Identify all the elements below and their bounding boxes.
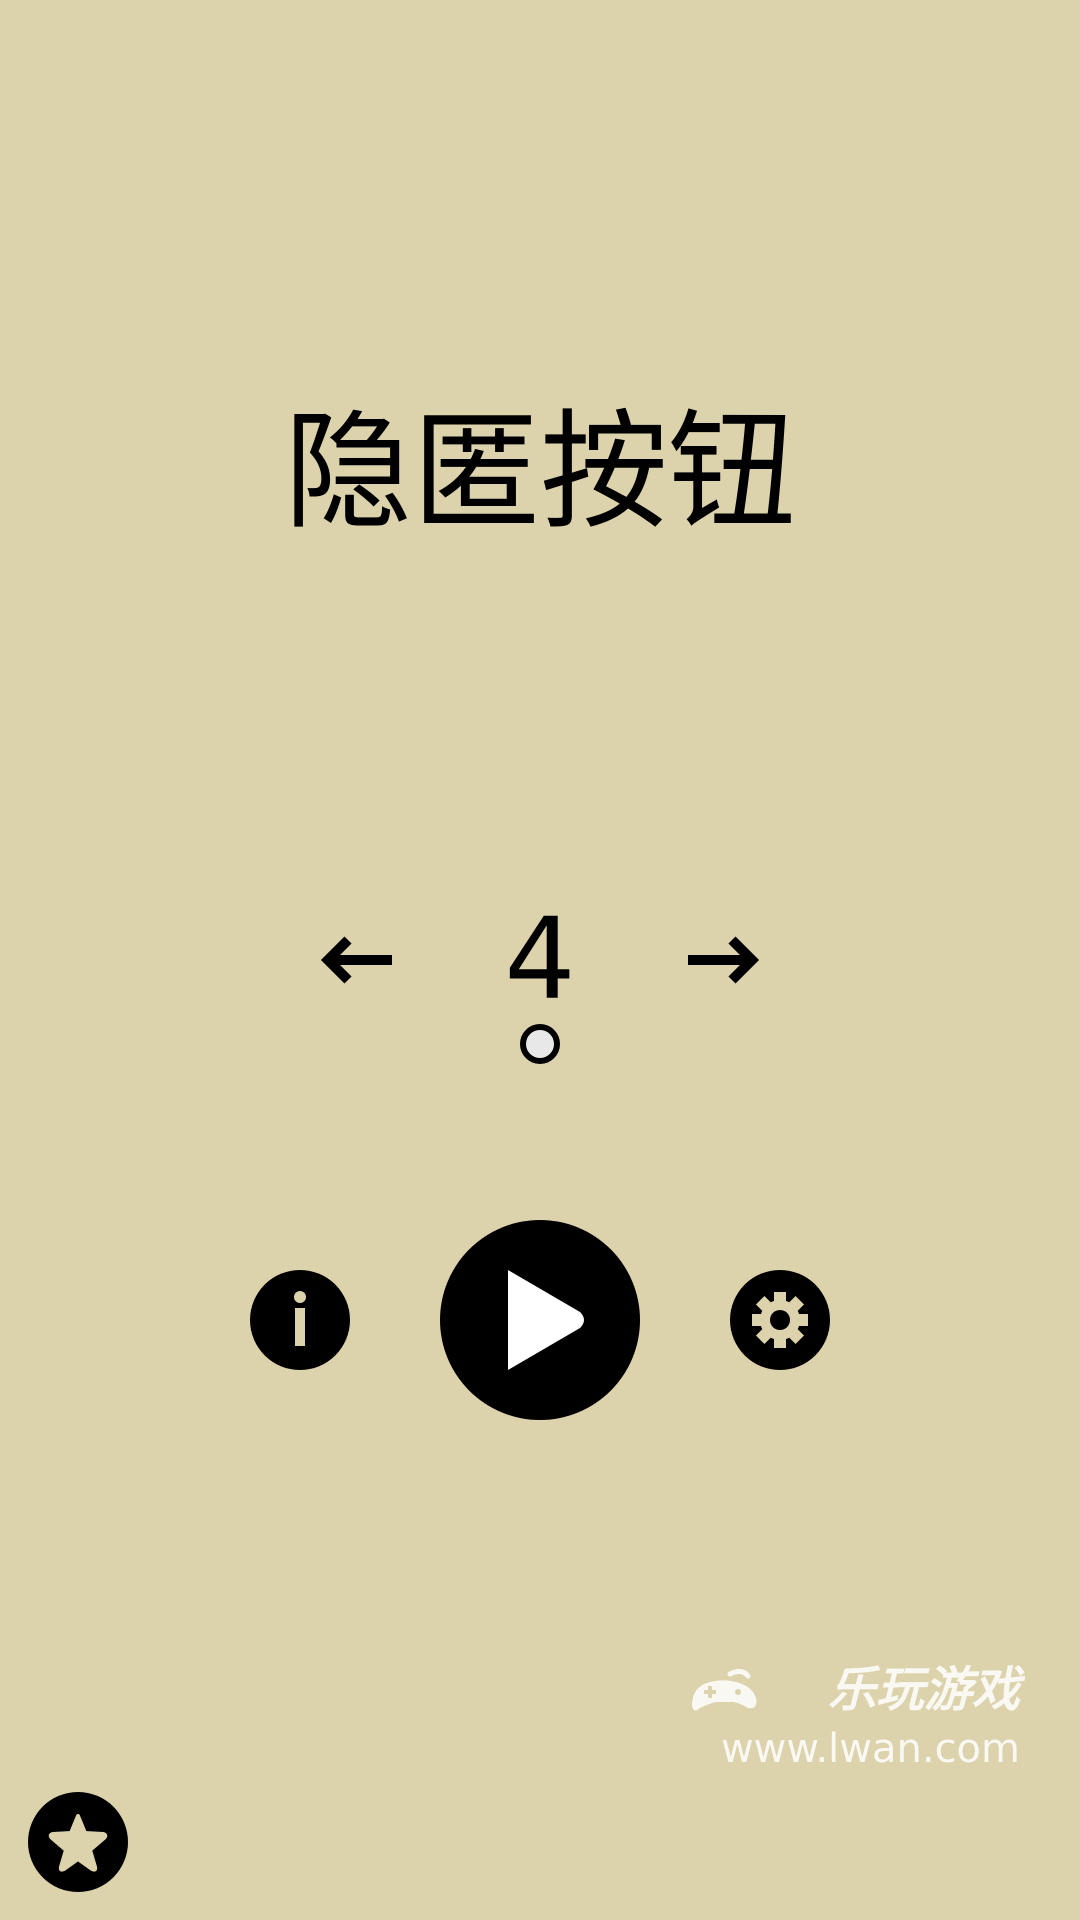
settings-button[interactable] xyxy=(730,1270,830,1370)
watermark: 乐玩游戏 www.lwan.com xyxy=(690,1660,1020,1780)
favorite-button[interactable] xyxy=(28,1792,128,1892)
level-selector: 4 xyxy=(0,900,1080,1020)
level-dot-icon xyxy=(520,1024,560,1064)
arrow-right-icon xyxy=(688,936,760,984)
gear-icon xyxy=(752,1292,808,1348)
play-icon xyxy=(508,1270,584,1370)
watermark-brand: 乐玩游戏 xyxy=(827,1662,1020,1718)
game-title: 隐匿按钮 xyxy=(283,398,796,547)
arrow-left-icon xyxy=(320,936,392,984)
play-button[interactable] xyxy=(440,1220,640,1420)
info-button[interactable] xyxy=(250,1270,350,1370)
level-number: 4 xyxy=(504,895,576,1025)
watermark-url: www.lwan.com xyxy=(720,1726,1020,1772)
prev-level-button[interactable] xyxy=(320,930,400,990)
star-icon xyxy=(48,1814,108,1872)
info-icon xyxy=(294,1291,306,1346)
gamepad-icon xyxy=(692,1668,757,1711)
next-level-button[interactable] xyxy=(680,930,760,990)
